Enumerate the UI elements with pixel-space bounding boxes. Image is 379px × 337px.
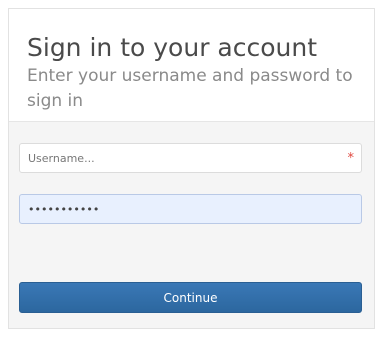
page-title: Sign in to your account <box>27 33 318 62</box>
signin-header: Sign in to your account Enter your usern… <box>9 9 374 122</box>
password-field[interactable] <box>19 194 362 224</box>
required-indicator: * <box>347 151 355 166</box>
username-field[interactable]: * <box>19 143 362 173</box>
username-input[interactable] <box>20 144 361 172</box>
page-subtitle: Enter your username and password to sign… <box>27 66 353 111</box>
continue-button[interactable]: Continue <box>19 282 362 313</box>
password-input[interactable] <box>20 195 361 223</box>
